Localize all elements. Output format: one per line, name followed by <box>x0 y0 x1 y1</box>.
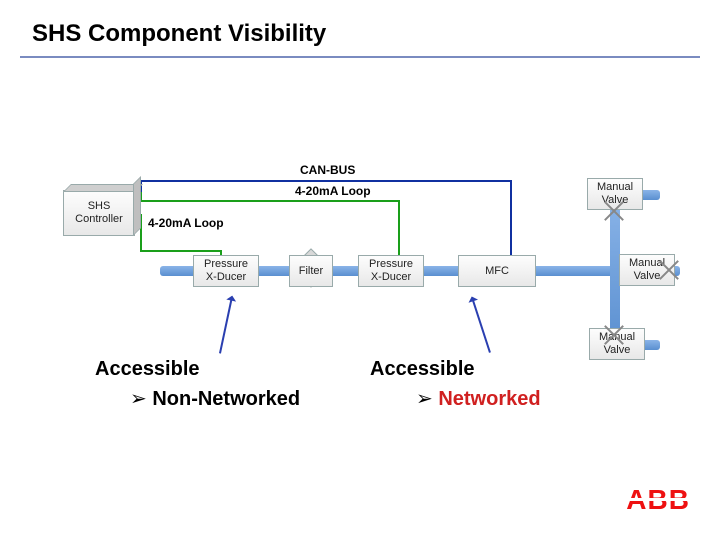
node-pressure-xducer-2: Pressure X-Ducer <box>358 255 424 287</box>
annot-accessible-2: Accessible <box>370 358 475 381</box>
wire-loop2-top <box>140 200 398 202</box>
arrow-to-px1 <box>219 296 233 353</box>
logo-letter-b2: B <box>669 484 690 516</box>
slide-title: SHS Component Visibility <box>32 20 326 48</box>
wire-green-right <box>140 250 220 252</box>
title-divider <box>20 56 700 58</box>
valve-cross-1 <box>603 200 625 222</box>
node-pressure-xducer-1: Pressure X-Ducer <box>193 255 259 287</box>
annot-accessible-1: Accessible <box>95 358 200 381</box>
logo-letter-b1: B <box>648 484 669 516</box>
node-mfc: MFC <box>458 255 536 287</box>
wire-canbus-down <box>510 180 512 256</box>
label-canbus: CAN-BUS <box>300 163 355 177</box>
label-loop-left: 4-20mA Loop <box>148 216 224 230</box>
logo-letter-a: A <box>626 484 647 516</box>
annot-networked: Networked <box>416 386 541 411</box>
label-loop-top: 4-20mA Loop <box>295 184 371 198</box>
valve-cross-2 <box>658 259 680 281</box>
valve-cross-3 <box>603 324 625 346</box>
abb-logo: ABB <box>626 484 690 516</box>
wire-canbus-top <box>140 180 510 182</box>
wire-loop2-down <box>398 200 400 256</box>
arrow-to-mfc <box>471 297 491 353</box>
node-shs-controller: SHS Controller <box>63 190 135 236</box>
node-filter: Filter <box>289 255 333 287</box>
annot-non-networked: Non-Networked <box>130 386 300 411</box>
